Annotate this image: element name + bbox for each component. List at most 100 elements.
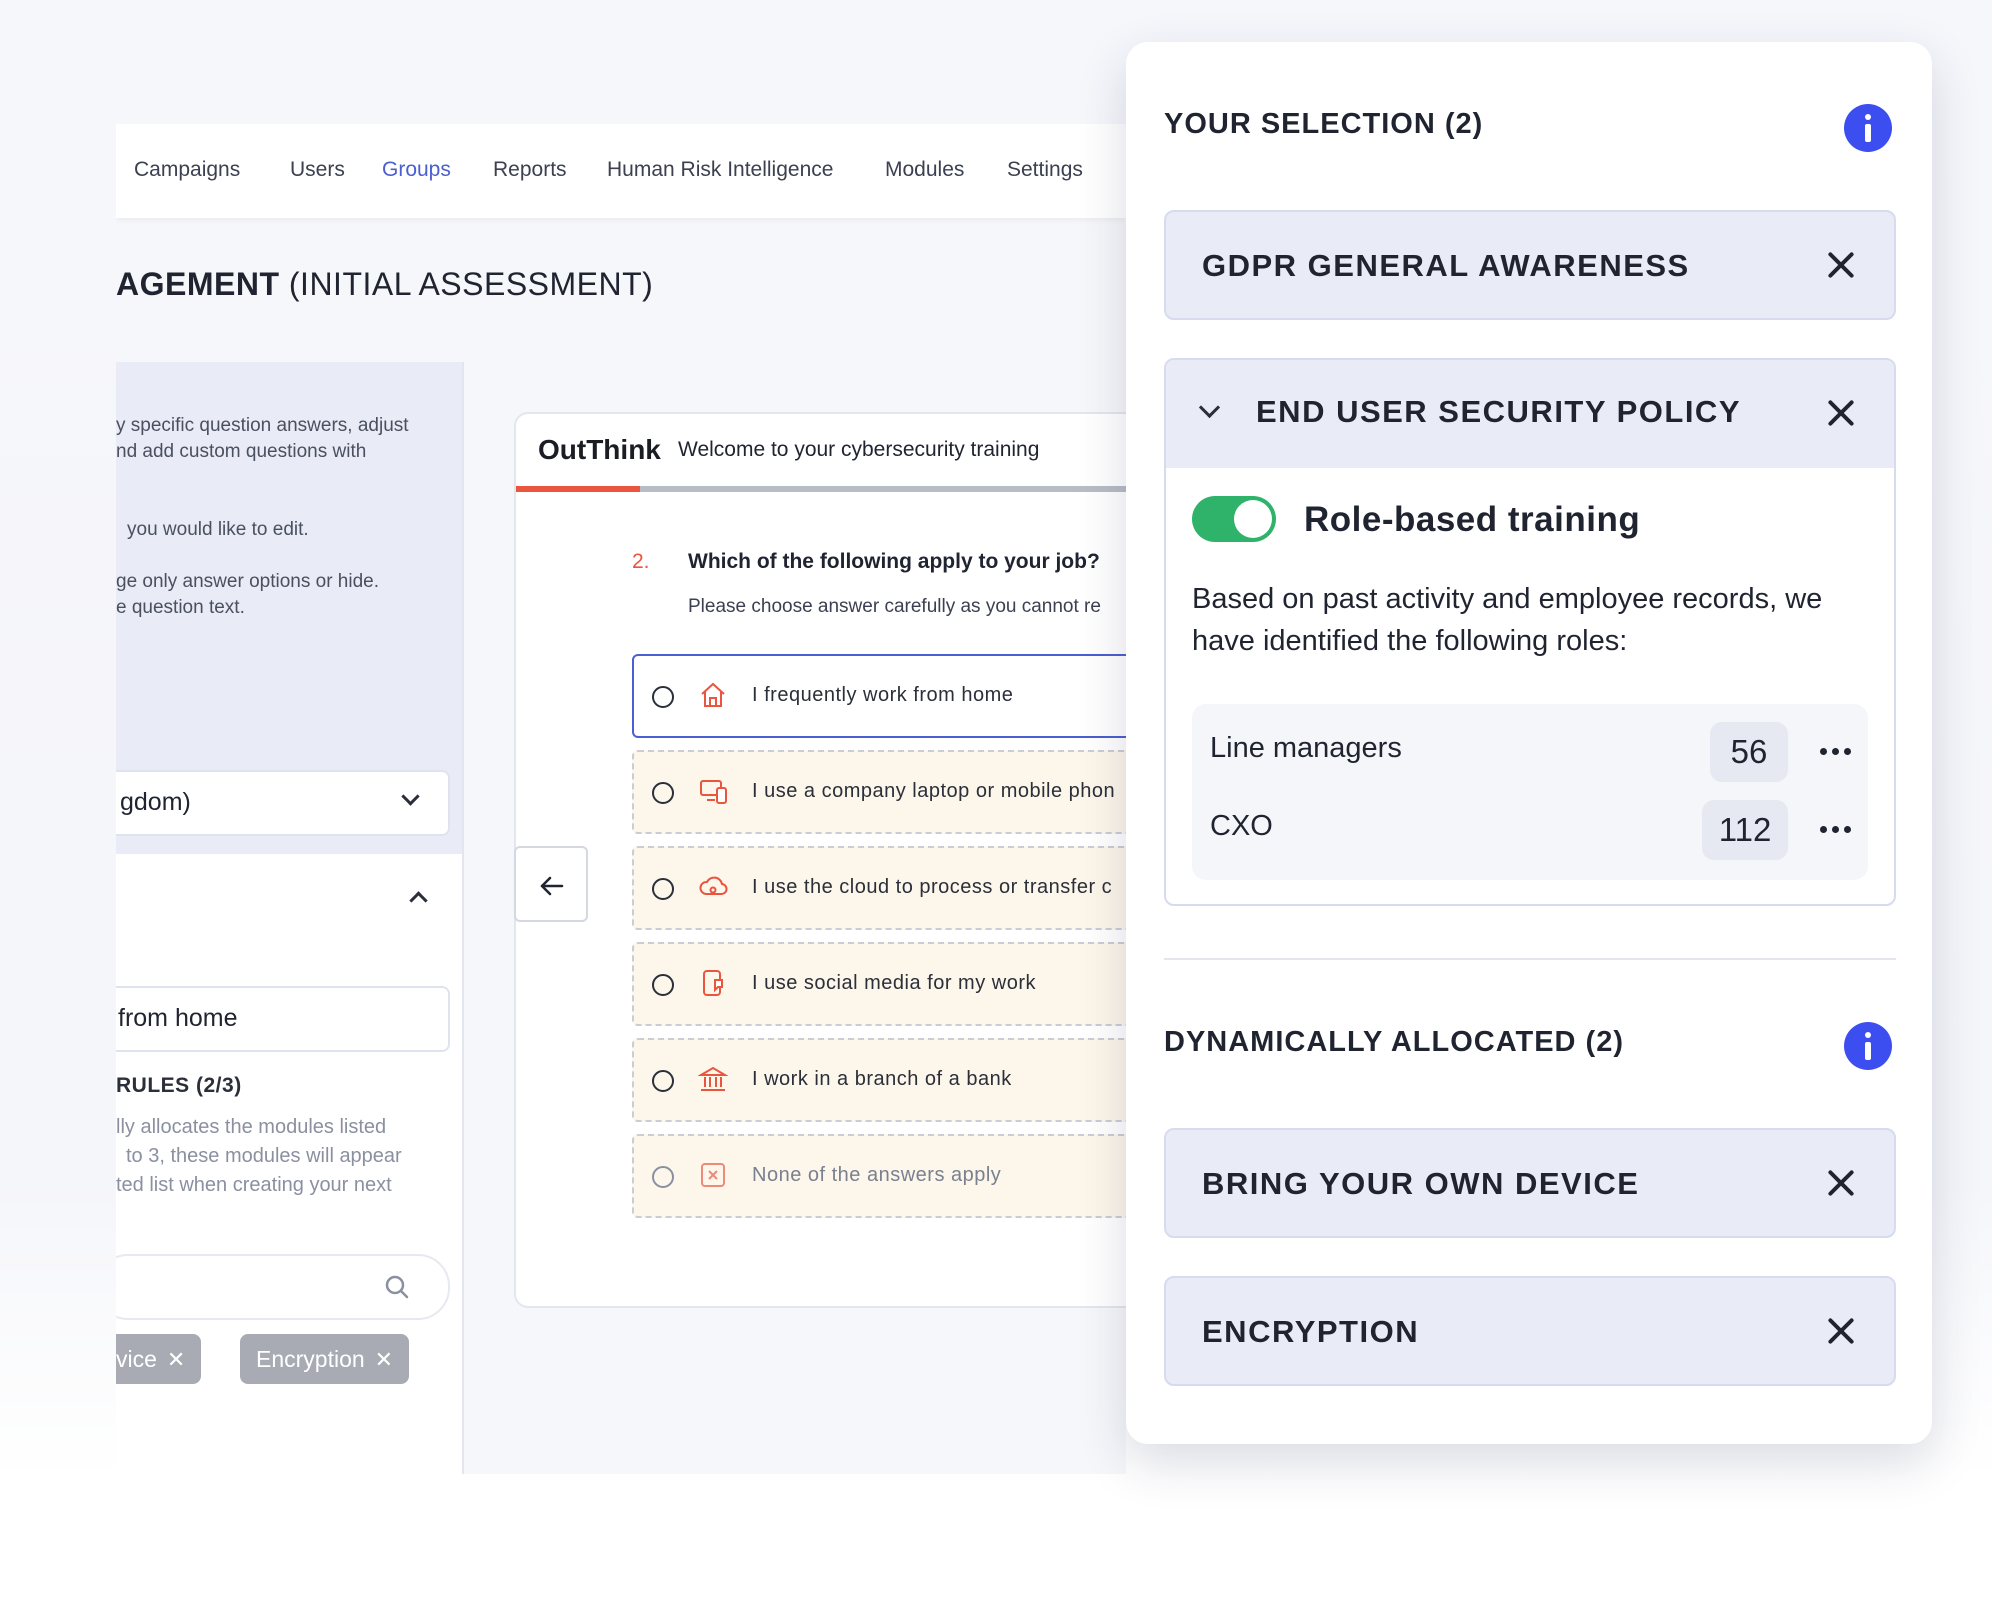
cloud-icon (699, 876, 728, 895)
chevron-down-icon[interactable] (1198, 396, 1221, 419)
back-button[interactable] (514, 846, 588, 922)
module-encryption[interactable]: ENCRYPTION (1164, 1276, 1896, 1386)
left-config-panel: y specific question answers, adjust nd a… (116, 362, 464, 1474)
more-options-icon[interactable] (1820, 748, 1852, 756)
radio-button[interactable] (652, 974, 674, 996)
more-options-icon[interactable] (1820, 826, 1852, 834)
chevron-down-icon (401, 787, 420, 806)
hide-line-2: e question text. (116, 597, 245, 618)
question-number: 2. (632, 550, 650, 573)
info-icon[interactable] (1844, 104, 1892, 152)
chevron-up-icon[interactable] (409, 891, 428, 910)
answer-option-none[interactable]: None of the answers apply (632, 1134, 1126, 1218)
survey-progress-bar (516, 486, 1126, 492)
bank-icon (698, 1066, 728, 1091)
close-icon[interactable] (1826, 1168, 1856, 1198)
role-based-training-label: Role-based training (1304, 500, 1641, 539)
module-title: GDPR GENERAL AWARENESS (1202, 248, 1690, 283)
role-count-badge: 56 (1710, 722, 1788, 782)
nav-settings[interactable]: Settings (1007, 158, 1083, 182)
role-name-cxo: CXO (1210, 810, 1273, 842)
survey-preview-card: OutThink Welcome to your cybersecurity t… (514, 412, 1126, 1308)
survey-progress-fill (516, 486, 640, 492)
your-selection-title: YOUR SELECTION (2) (1164, 108, 1484, 140)
radio-button[interactable] (652, 1166, 674, 1188)
language-select[interactable]: gdom) (116, 770, 450, 836)
answer-option-label: None of the answers apply (752, 1164, 1002, 1186)
module-gdpr-general-awareness[interactable]: GDPR GENERAL AWARENESS (1164, 210, 1896, 320)
role-name-line-managers: Line managers (1210, 732, 1402, 764)
radio-button[interactable] (652, 686, 674, 708)
radio-button[interactable] (652, 1070, 674, 1092)
top-nav: Campaigns Users Groups Reports Human Ris… (116, 124, 1126, 218)
nav-human-risk-intelligence[interactable]: Human Risk Intelligence (607, 158, 833, 182)
outthink-logo: OutThink (538, 434, 661, 465)
answer-option-cloud[interactable]: I use the cloud to process or transfer c (632, 846, 1126, 930)
role-count-badge: 112 (1702, 800, 1788, 860)
module-end-user-security-policy: END USER SECURITY POLICY Role-based trai… (1164, 358, 1896, 906)
radio-button[interactable] (652, 782, 674, 804)
module-bring-your-own-device[interactable]: BRING YOUR OWN DEVICE (1164, 1128, 1896, 1238)
survey-header: OutThink Welcome to your cybersecurity t… (516, 414, 1126, 488)
nav-reports[interactable]: Reports (493, 158, 567, 182)
question-text: Which of the following apply to your job… (688, 550, 1100, 573)
role-based-training-toggle[interactable] (1192, 496, 1276, 542)
answer-option-bank-branch[interactable]: I work in a branch of a bank (632, 1038, 1126, 1122)
module-title: ENCRYPTION (1202, 1314, 1420, 1349)
close-icon[interactable] (1826, 1316, 1856, 1346)
info-icon[interactable] (1844, 1022, 1892, 1070)
toggle-knob (1234, 500, 1272, 538)
survey-title: Welcome to your cybersecurity training (678, 438, 1040, 461)
section-divider (1164, 958, 1896, 960)
close-icon[interactable] (1826, 398, 1856, 428)
roles-description: Based on past activity and employee reco… (1192, 583, 1823, 657)
page-title-bold: AGEMENT (116, 266, 280, 302)
search-icon (385, 1275, 409, 1299)
home-icon (701, 682, 725, 707)
nav-groups[interactable]: Groups (382, 158, 451, 182)
close-icon[interactable]: ✕ (375, 1347, 393, 1372)
module-title: BRING YOUR OWN DEVICE (1202, 1166, 1640, 1201)
selection-panel: YOUR SELECTION (2) GDPR GENERAL AWARENES… (1126, 42, 1932, 1444)
answer-option-social-media[interactable]: I use social media for my work (632, 942, 1126, 1026)
arrow-left-icon (540, 876, 564, 896)
edit-line: you would like to edit. (127, 519, 309, 540)
intro-line-2: nd add custom questions with (116, 441, 367, 462)
module-title: END USER SECURITY POLICY (1256, 394, 1742, 429)
intro-line-1: y specific question answers, adjust (116, 415, 409, 436)
answer-option-label: I work in a branch of a bank (752, 1068, 1012, 1090)
answer-option-company-laptop[interactable]: I use a company laptop or mobile phon (632, 750, 1126, 834)
nav-users[interactable]: Users (290, 158, 345, 182)
answer-option-label: I frequently work from home (752, 684, 1014, 706)
close-box-icon (701, 1163, 725, 1187)
close-icon[interactable] (1826, 250, 1856, 280)
radio-button[interactable] (652, 878, 674, 900)
answer-input-value: from home (118, 1004, 238, 1032)
close-icon[interactable]: ✕ (167, 1347, 185, 1372)
module-search-input[interactable] (116, 1254, 450, 1320)
nav-campaigns[interactable]: Campaigns (134, 158, 240, 182)
rules-desc-line-3: ted list when creating your next (116, 1174, 392, 1196)
module-header[interactable]: END USER SECURITY POLICY (1166, 360, 1894, 468)
roles-list: Line managers 56 CXO 112 (1192, 704, 1868, 880)
module-chip-device[interactable]: vice ✕ (116, 1334, 202, 1384)
app-window: Campaigns Users Groups Reports Human Ris… (116, 124, 1126, 1474)
question-rules-section: from home RULES (2/3) lly allocates the … (116, 854, 462, 1474)
devices-icon (700, 780, 727, 804)
rules-label: RULES (2/3) (116, 1074, 242, 1097)
hide-line-1: ge only answer options or hide. (116, 571, 379, 592)
social-media-icon (703, 970, 723, 996)
module-chip-encryption[interactable]: Encryption ✕ (240, 1334, 410, 1384)
dynamically-allocated-title: DYNAMICALLY ALLOCATED (2) (1164, 1026, 1624, 1058)
answer-option-label: I use a company laptop or mobile phon (752, 780, 1116, 802)
answer-option-label: I use the cloud to process or transfer c (752, 876, 1113, 898)
page-title-rest: (INITIAL ASSESSMENT) (279, 266, 654, 302)
answer-option-work-from-home[interactable]: I frequently work from home (632, 654, 1126, 738)
rules-desc-line-1: lly allocates the modules listed (116, 1116, 387, 1138)
answer-input[interactable]: from home (116, 986, 450, 1052)
chip-label: vice (116, 1346, 157, 1372)
nav-modules[interactable]: Modules (885, 158, 964, 182)
chip-label: Encryption (256, 1346, 365, 1372)
question-hint: Please choose answer carefully as you ca… (688, 596, 1101, 617)
page-title: AGEMENT (INITIAL ASSESSMENT) (116, 266, 653, 303)
